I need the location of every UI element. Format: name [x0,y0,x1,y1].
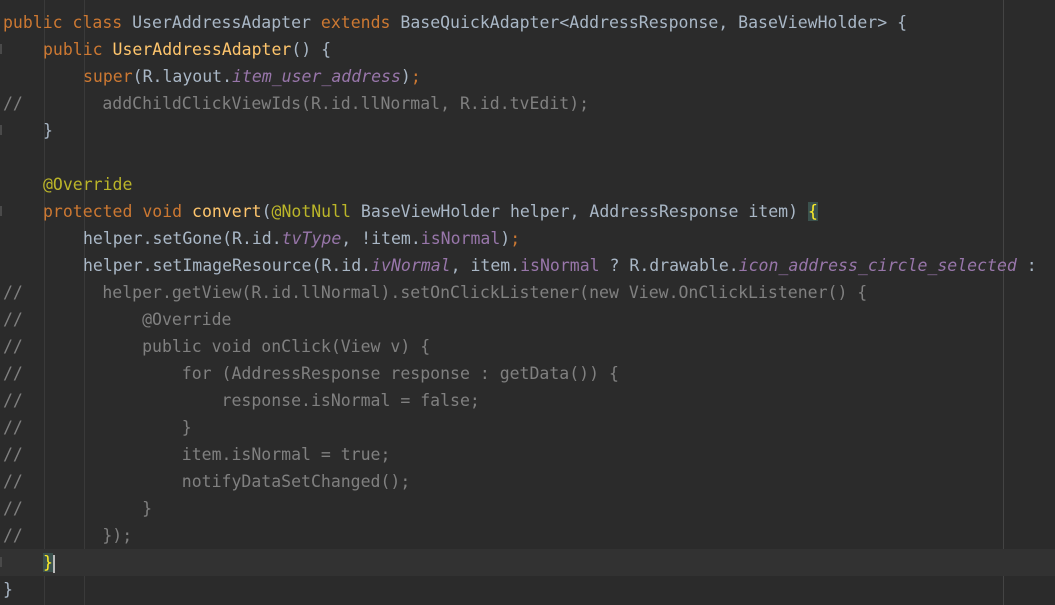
code-line-15[interactable]: // response.isNormal = false; [0,387,1055,414]
code-line-12[interactable]: // @Override [0,306,1055,333]
fold-marker-icon[interactable] [0,44,2,54]
method-token: convert [192,202,262,221]
comment-token: // helper.getView(R.id.llNormal).setOnCl… [3,283,868,302]
keyword-token: public [3,13,63,32]
keyword-token: class [72,13,123,32]
code-line-9[interactable]: helper.setGone(R.id.tvType, !item.isNorm… [0,225,1055,252]
text-token: helper.setImageResource(R.id. [83,256,372,275]
code-line-16[interactable]: // } [0,414,1055,441]
annotation-token: @Override [43,175,133,194]
comment-token: // addChildClickViewIds(R.id.llNormal, R… [3,94,590,113]
field-token: isNormal [520,256,600,275]
brace-token: } [43,121,53,140]
text-cursor [52,554,55,573]
comment-token: // } [3,499,153,518]
code-line-20[interactable]: // }); [0,522,1055,549]
method-token: UserAddressAdapter [112,40,292,59]
fold-marker-icon[interactable] [0,206,2,216]
text-token: : [1016,256,1037,275]
text-token: ? R.drawable. [599,256,739,275]
code-line-17[interactable]: // item.isNormal = true; [0,441,1055,468]
params-token: BaseViewHolder helper, AddressResponse i… [351,202,808,221]
keyword-token: extends [320,13,391,32]
field-token: tvType [281,229,342,248]
code-line-11[interactable]: // helper.getView(R.id.llNormal).setOnCl… [0,279,1055,306]
comment-token: // public void onClick(View v) { [3,337,431,356]
comment-token: // } [3,418,192,437]
field-token: item_user_address [232,67,401,86]
code-line-8[interactable]: protected void convert(@NotNull BaseView… [0,198,1055,225]
code-line-19[interactable]: // } [0,495,1055,522]
code-line-22[interactable]: } [0,576,1055,603]
code-line-7[interactable]: @Override [0,171,1055,198]
punct-token: ) [500,229,511,248]
code-line-18[interactable]: // notifyDataSetChanged(); [0,468,1055,495]
punct-token: ) [400,67,411,86]
code-line-6[interactable] [0,144,1055,171]
comment-token: // @Override [3,310,232,329]
code-line-2[interactable]: public UserAddressAdapter() { [0,36,1055,63]
field-token: icon_address_circle_selected [738,256,1017,275]
code-line-1[interactable]: public class UserAddressAdapter extends … [0,9,1055,36]
comment-token: // item.isNormal = true; [3,445,391,464]
fold-marker-icon[interactable] [0,557,2,567]
code-line-10[interactable]: helper.setImageResource(R.id.ivNormal, i… [0,252,1055,279]
code-line-3[interactable]: super(R.layout.item_user_address); [0,63,1055,90]
annotation-token: @NotNull [271,202,351,221]
text-token: , item. [450,256,521,275]
code-line-4[interactable]: // addChildClickViewIds(R.id.llNormal, R… [0,90,1055,117]
code-editor[interactable]: public class UserAddressAdapter extends … [0,0,1055,605]
keyword-token: void [142,202,183,221]
comment-token: // response.isNormal = false; [3,391,480,410]
keyword-token: protected [43,202,133,221]
semicolon-token: ; [410,67,421,86]
field-token: ivNormal [371,256,451,275]
type-token: BaseQuickAdapter<AddressResponse, BaseVi… [400,13,908,32]
code-line-14[interactable]: // for (AddressResponse response : getDa… [0,360,1055,387]
semicolon-token: ; [510,229,521,248]
code-line-13[interactable]: // public void onClick(View v) { [0,333,1055,360]
text-token: (R.layout. [132,67,233,86]
text-token: , !item. [341,229,421,248]
keyword-token: public [43,40,103,59]
code-line-5[interactable]: } [0,117,1055,144]
text-token: helper.setGone(R.id. [83,229,282,248]
matched-brace-token: } [43,553,53,572]
comment-token: // notifyDataSetChanged(); [3,472,411,491]
class-name-token: UserAddressAdapter [132,13,311,32]
punct-token: ( [261,202,272,221]
keyword-token: super [83,67,133,86]
code-line-21[interactable]: } [0,549,1055,576]
fold-marker-icon[interactable] [0,125,2,135]
comment-token: // }); [3,526,133,545]
matched-brace-token: { [807,202,818,221]
punct-token: () { [291,40,332,59]
brace-token: } [3,580,13,599]
field-token: isNormal [420,229,501,248]
comment-token: // for (AddressResponse response : getDa… [3,364,619,383]
